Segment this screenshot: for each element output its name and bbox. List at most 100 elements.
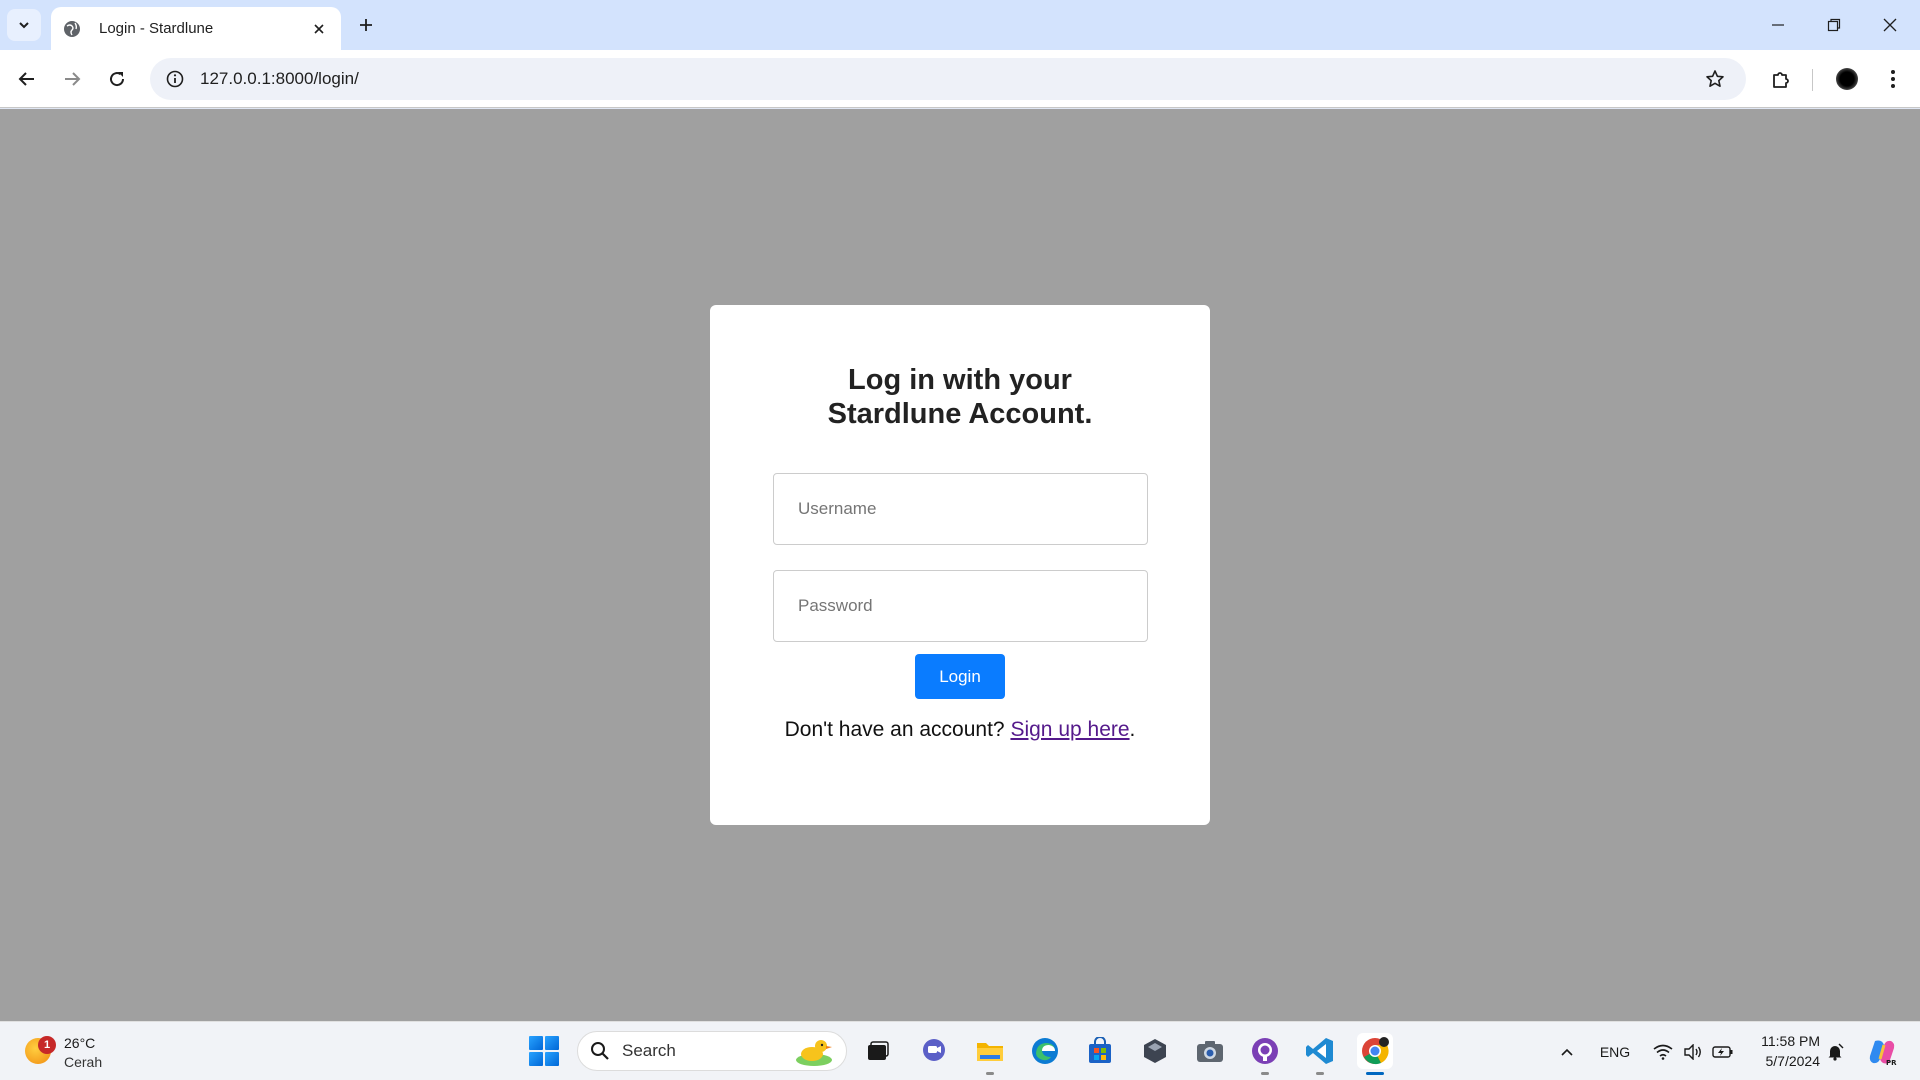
minimize-button[interactable] bbox=[1750, 0, 1806, 50]
svg-text:PRE: PRE bbox=[1886, 1059, 1897, 1067]
weather-temperature: 26°C bbox=[64, 1035, 96, 1051]
globe-icon bbox=[62, 19, 82, 39]
url-text[interactable]: 127.0.0.1:8000/login/ bbox=[200, 69, 1694, 89]
browser-tab-active[interactable]: Login - Stardlune bbox=[51, 7, 341, 50]
running-indicator bbox=[1316, 1072, 1324, 1075]
puzzle-icon bbox=[1773, 72, 1789, 88]
search-icon bbox=[591, 1042, 609, 1060]
chat-icon bbox=[923, 1039, 945, 1061]
toolbar-divider bbox=[1812, 69, 1813, 91]
arrow-right-icon bbox=[65, 72, 81, 86]
address-bar[interactable]: 127.0.0.1:8000/login/ bbox=[150, 58, 1746, 100]
github-icon bbox=[1252, 1038, 1278, 1064]
clock-date: 5/7/2024 bbox=[1765, 1053, 1821, 1069]
signup-suffix: . bbox=[1129, 718, 1136, 741]
kebab-menu-icon bbox=[1891, 70, 1895, 88]
chat-app-button[interactable] bbox=[916, 1033, 952, 1069]
reload-icon bbox=[110, 72, 125, 87]
duck-highlight-icon bbox=[796, 1040, 832, 1066]
bookmark-star-icon[interactable] bbox=[1694, 58, 1736, 100]
login-heading: Log in with your Stardlune Account. bbox=[710, 363, 1210, 431]
taskbar-clock[interactable]: 11:58 PM 5/7/2024 bbox=[1740, 1031, 1820, 1071]
plus-icon bbox=[360, 19, 372, 31]
wifi-icon bbox=[1653, 1044, 1673, 1060]
profile-button[interactable] bbox=[1830, 62, 1864, 96]
vscode-icon bbox=[1306, 1038, 1333, 1064]
close-tab-icon[interactable] bbox=[309, 19, 329, 39]
forward-button[interactable] bbox=[55, 62, 89, 96]
running-indicator bbox=[986, 1072, 994, 1075]
copilot-icon: PRE bbox=[1869, 1040, 1897, 1067]
copilot-button[interactable]: PRE bbox=[1862, 1022, 1902, 1080]
windows-logo-tile bbox=[529, 1036, 543, 1050]
windows-logo-tile bbox=[529, 1052, 543, 1066]
tab-search-button[interactable] bbox=[7, 9, 41, 41]
login-heading-line1: Log in with your bbox=[848, 364, 1072, 396]
speaker-icon bbox=[1684, 1043, 1701, 1060]
volume-status[interactable] bbox=[1678, 1022, 1708, 1080]
language-indicator[interactable]: ENG bbox=[1592, 1022, 1638, 1080]
battery-status[interactable] bbox=[1708, 1022, 1738, 1080]
browser-toolbar: 127.0.0.1:8000/login/ bbox=[0, 50, 1920, 108]
wifi-status[interactable] bbox=[1648, 1022, 1678, 1080]
edge-browser-icon bbox=[1032, 1038, 1058, 1064]
active-indicator bbox=[1366, 1072, 1384, 1075]
weather-widget[interactable]: 1 26°C Cerah bbox=[22, 1030, 142, 1074]
camera-icon bbox=[1197, 1041, 1223, 1062]
notifications-button[interactable] bbox=[1822, 1022, 1848, 1080]
extensions-button[interactable] bbox=[1764, 62, 1798, 96]
chrome-icon bbox=[1362, 1037, 1389, 1065]
clock-time: 11:58 PM bbox=[1761, 1033, 1820, 1049]
back-button[interactable] bbox=[10, 62, 44, 96]
windows-logo-tile bbox=[545, 1036, 559, 1050]
dark-app-button[interactable] bbox=[1137, 1033, 1173, 1069]
vscode-button[interactable] bbox=[1302, 1033, 1338, 1075]
username-input[interactable] bbox=[773, 473, 1148, 545]
folder-icon bbox=[977, 1043, 1003, 1061]
task-view-icon bbox=[868, 1041, 889, 1060]
signup-prompt: Don't have an account? Sign up here. bbox=[710, 718, 1210, 742]
new-tab-button[interactable] bbox=[352, 11, 380, 39]
close-icon bbox=[1883, 18, 1897, 32]
chevron-down-icon bbox=[19, 22, 29, 29]
browser-menu-button[interactable] bbox=[1876, 62, 1910, 96]
battery-charging-icon bbox=[1712, 1045, 1733, 1058]
signup-link[interactable]: Sign up here bbox=[1010, 718, 1129, 741]
login-card: Log in with your Stardlune Account. Logi… bbox=[710, 305, 1210, 825]
tab-title: Login - Stardlune bbox=[99, 20, 214, 37]
edge-button[interactable] bbox=[1027, 1033, 1063, 1069]
reload-button[interactable] bbox=[100, 62, 134, 96]
show-hidden-icons-button[interactable] bbox=[1552, 1022, 1582, 1080]
minimize-icon bbox=[1772, 24, 1784, 26]
notification-badge: 1 bbox=[38, 1036, 56, 1054]
chevron-up-icon bbox=[1561, 1048, 1573, 1056]
file-explorer-button[interactable] bbox=[972, 1033, 1008, 1075]
arrow-left-icon bbox=[18, 72, 34, 86]
weather-condition: Cerah bbox=[64, 1054, 103, 1070]
login-heading-line2: Stardlune Account. bbox=[827, 398, 1093, 430]
store-button[interactable] bbox=[1082, 1033, 1118, 1069]
camera-button[interactable] bbox=[1192, 1033, 1228, 1069]
taskbar-search-label: Search bbox=[622, 1041, 676, 1060]
chrome-button[interactable] bbox=[1357, 1033, 1393, 1075]
login-button[interactable]: Login bbox=[915, 654, 1005, 699]
running-indicator bbox=[1261, 1072, 1269, 1075]
github-desktop-button[interactable] bbox=[1247, 1033, 1283, 1075]
tab-strip: Login - Stardlune bbox=[0, 0, 1920, 50]
windows-logo-tile bbox=[545, 1052, 559, 1066]
hexagon-app-icon bbox=[1144, 1039, 1166, 1063]
bell-dnd-icon bbox=[1828, 1043, 1844, 1061]
store-icon bbox=[1089, 1037, 1111, 1063]
taskbar-search-box[interactable]: Search bbox=[577, 1031, 847, 1071]
password-input[interactable] bbox=[773, 570, 1148, 642]
close-window-button[interactable] bbox=[1862, 0, 1918, 50]
restore-icon bbox=[1827, 18, 1841, 32]
site-info-icon[interactable] bbox=[154, 58, 196, 100]
restore-button[interactable] bbox=[1806, 0, 1862, 50]
profile-avatar bbox=[1836, 68, 1858, 90]
page-viewport: Log in with your Stardlune Account. Logi… bbox=[0, 109, 1920, 1021]
signup-prompt-text: Don't have an account? bbox=[784, 718, 1005, 741]
windows-taskbar: 1 26°C Cerah Search ENG 11:58 PM 5/7/202… bbox=[0, 1021, 1920, 1080]
task-view-button[interactable] bbox=[860, 1033, 896, 1069]
start-button[interactable] bbox=[529, 1036, 559, 1066]
